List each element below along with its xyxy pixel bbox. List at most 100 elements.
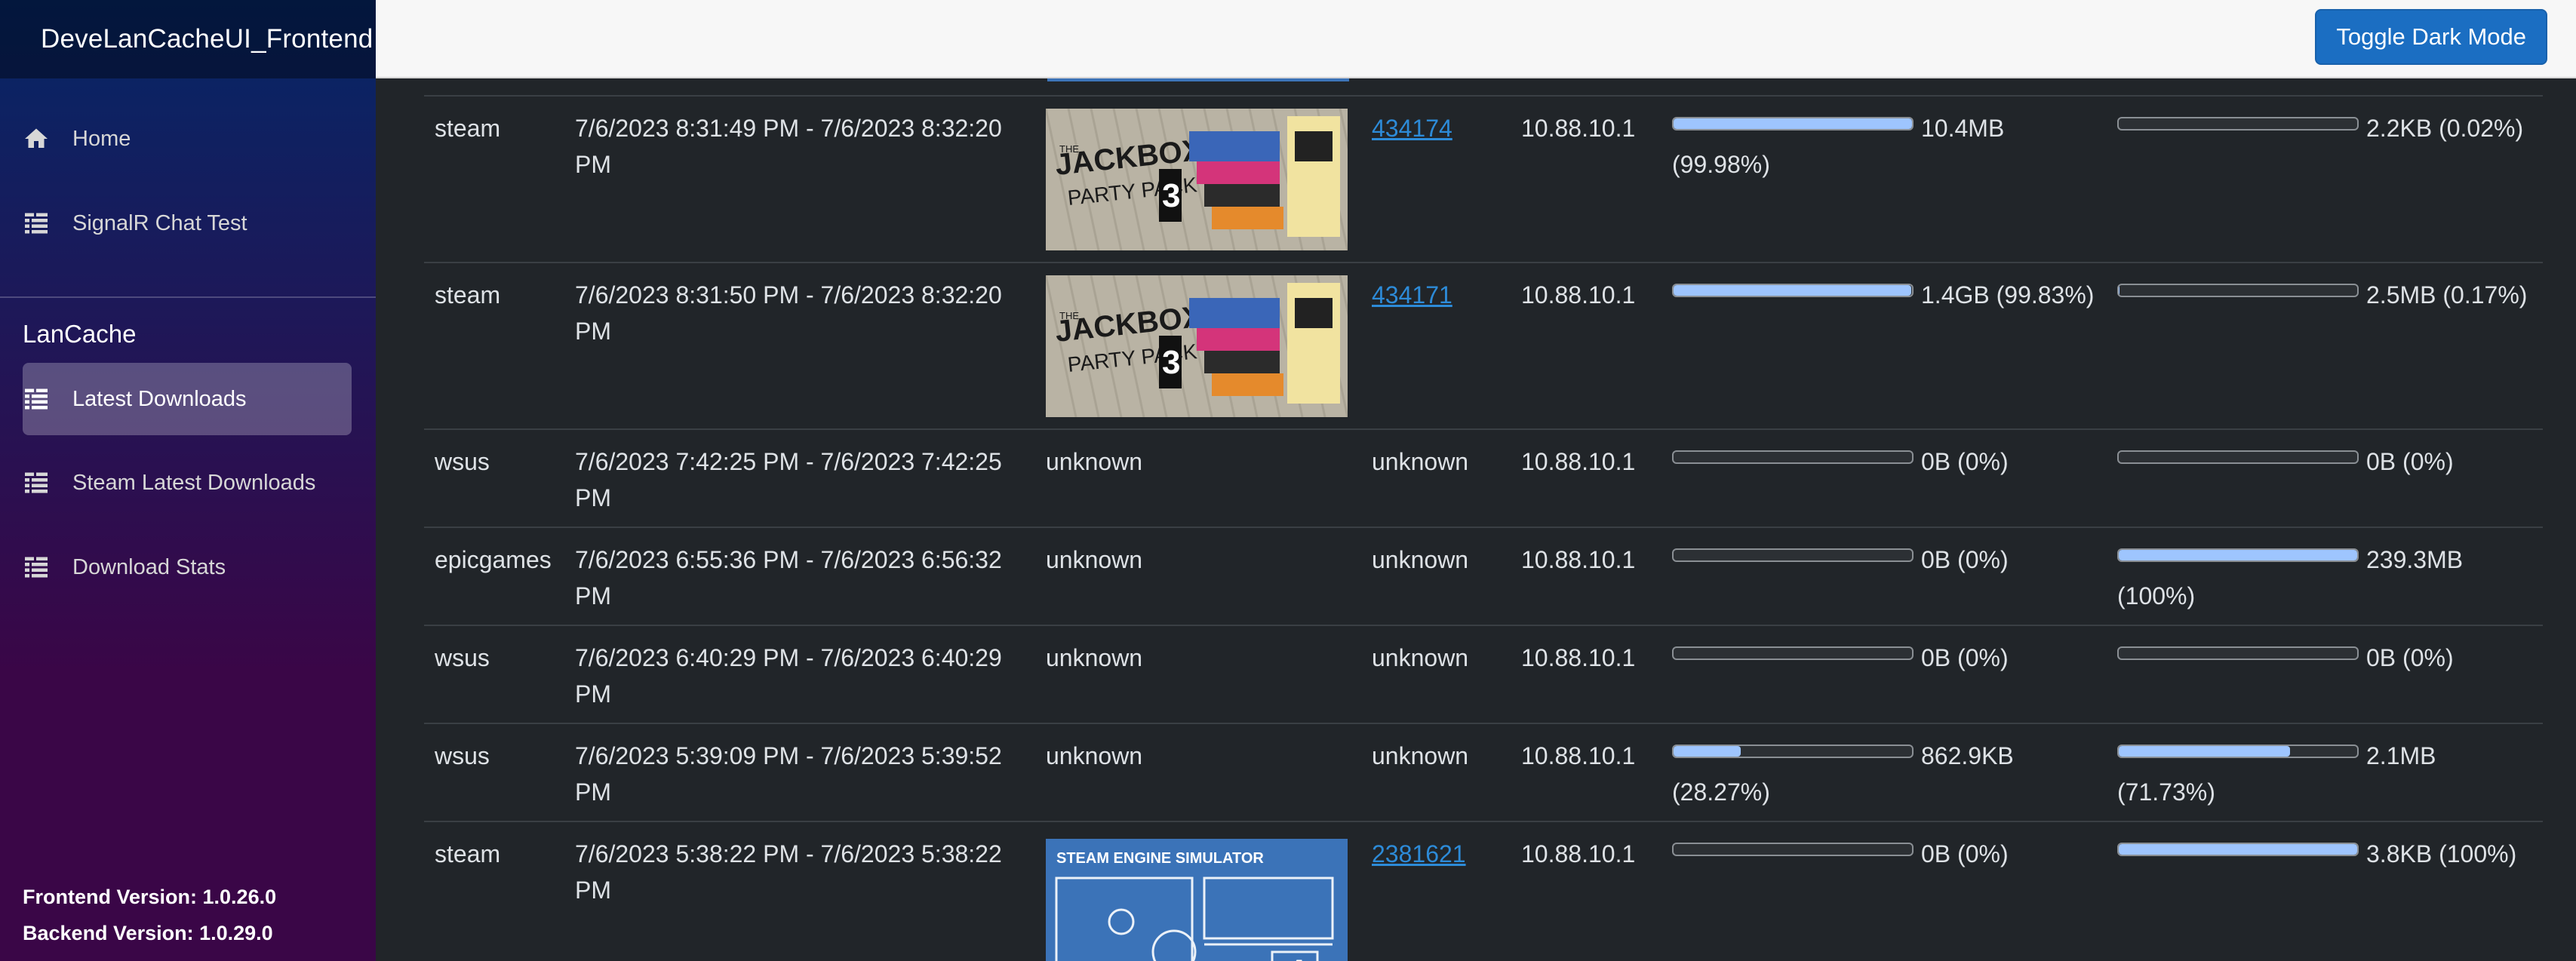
cache-miss-bar xyxy=(2117,745,2359,758)
list-icon xyxy=(23,554,50,581)
game-cell: unknown xyxy=(1372,738,1468,774)
cache-hit-text: 0B (0%) xyxy=(1921,448,2009,475)
cache-miss-bar xyxy=(2117,117,2359,130)
list-icon xyxy=(23,210,50,237)
service-name: steam xyxy=(435,840,501,867)
partial-thumbnail xyxy=(1047,78,1349,81)
game-id-link[interactable]: 2381621 xyxy=(1372,840,1466,867)
thumbnail-unknown: unknown xyxy=(1046,448,1143,475)
game-cell: unknown xyxy=(1372,444,1468,480)
game-cell: unknown xyxy=(1372,640,1468,676)
sidebar: DeveLanCacheUI_Frontend Home SignalR Cha… xyxy=(0,0,376,961)
client-ip: 10.88.10.1 xyxy=(1521,546,1636,573)
toggle-dark-mode-button[interactable]: Toggle Dark Mode xyxy=(2315,9,2547,65)
cache-miss-bar xyxy=(2117,646,2359,660)
sidebar-item-signalr-chat-test[interactable]: SignalR Chat Test xyxy=(23,187,352,259)
game-id-unknown: unknown xyxy=(1372,742,1469,769)
top-bar: Toggle Dark Mode xyxy=(376,0,2576,78)
thumbnail-cell: THE JACKBOX PARTY PACK 3 xyxy=(1046,109,1351,250)
brand-bar: DeveLanCacheUI_Frontend xyxy=(0,0,376,78)
cache-miss-bar xyxy=(2117,284,2359,297)
game-id-unknown: unknown xyxy=(1372,448,1469,475)
cache-miss-cell: 2.5MB (0.17%) xyxy=(2117,277,2540,313)
cache-miss-bar xyxy=(2117,548,2359,562)
table-row: wsus 7/6/2023 6:40:29 PM - 7/6/2023 6:40… xyxy=(424,625,2543,723)
table-row: steam 7/6/2023 8:31:49 PM - 7/6/2023 8:3… xyxy=(424,95,2543,262)
sidebar-item-download-stats[interactable]: Download Stats xyxy=(23,531,352,603)
cache-hit-bar xyxy=(1672,284,1914,297)
cache-hit-cell: 10.4MB (99.98%) xyxy=(1672,110,2095,183)
cache-miss-cell: 239.3MB (100%) xyxy=(2117,542,2540,614)
service-name: steam xyxy=(435,115,501,142)
table-row: steam 7/6/2023 5:38:22 PM - 7/6/2023 5:3… xyxy=(424,821,2543,961)
cache-miss-cell: 0B (0%) xyxy=(2117,444,2540,480)
cache-miss-text: 0B (0%) xyxy=(2366,448,2454,475)
download-time-range: 7/6/2023 5:38:22 PM - 7/6/2023 5:38:22 P… xyxy=(575,840,1002,904)
cache-hit-bar xyxy=(1672,646,1914,660)
cache-hit-bar xyxy=(1672,548,1914,562)
client-ip: 10.88.10.1 xyxy=(1521,742,1636,769)
service-name: steam xyxy=(435,281,501,309)
download-time-range: 7/6/2023 8:31:49 PM - 7/6/2023 8:32:20 P… xyxy=(575,115,1002,178)
service-name: wsus xyxy=(435,644,490,671)
svg-text:A: A xyxy=(1285,954,1308,961)
cache-hit-text: 0B (0%) xyxy=(1921,840,2009,867)
cache-miss-cell: 3.8KB (100%) xyxy=(2117,836,2540,872)
game-id-link[interactable]: 434171 xyxy=(1372,281,1452,309)
sidebar-item-home[interactable]: Home xyxy=(23,103,352,175)
client-ip: 10.88.10.1 xyxy=(1521,448,1636,475)
sidebar-item-label: Download Stats xyxy=(72,554,226,579)
game-id-link[interactable]: 434174 xyxy=(1372,115,1452,142)
game-thumbnail-jackbox: THE JACKBOX PARTY PACK 3 xyxy=(1046,275,1348,417)
svg-text:3: 3 xyxy=(1162,344,1180,381)
thumbnail-cell: unknown xyxy=(1046,444,1351,480)
table-row: wsus 7/6/2023 7:42:25 PM - 7/6/2023 7:42… xyxy=(424,428,2543,527)
game-id-unknown: unknown xyxy=(1372,546,1469,573)
thumbnail-unknown: unknown xyxy=(1046,742,1143,769)
game-id-unknown: unknown xyxy=(1372,644,1469,671)
game-cell: unknown xyxy=(1372,542,1468,578)
list-icon xyxy=(23,385,50,413)
client-ip: 10.88.10.1 xyxy=(1521,115,1636,142)
backend-version: Backend Version: 1.0.29.0 xyxy=(23,922,273,944)
cache-hit-bar xyxy=(1672,843,1914,856)
download-time-range: 7/6/2023 5:39:09 PM - 7/6/2023 5:39:52 P… xyxy=(575,742,1002,806)
sidebar-item-label: Steam Latest Downloads xyxy=(72,470,316,495)
cache-miss-cell: 0B (0%) xyxy=(2117,640,2540,676)
sidebar-item-label: Home xyxy=(72,126,131,151)
app-brand[interactable]: DeveLanCacheUI_Frontend xyxy=(41,24,373,54)
cache-hit-cell: 0B (0%) xyxy=(1672,836,2095,872)
section-heading-lancache: LanCache xyxy=(23,320,137,348)
cache-hit-cell: 862.9KB (28.27%) xyxy=(1672,738,2095,810)
table-row: epicgames 7/6/2023 6:55:36 PM - 7/6/2023… xyxy=(424,527,2543,625)
cache-hit-cell: 0B (0%) xyxy=(1672,444,2095,480)
svg-text:3: 3 xyxy=(1162,177,1180,214)
frontend-version: Frontend Version: 1.0.26.0 xyxy=(23,886,277,908)
game-cell: 434174 xyxy=(1372,110,1452,146)
cache-miss-text: 3.8KB (100%) xyxy=(2366,840,2517,867)
cache-hit-cell: 0B (0%) xyxy=(1672,640,2095,676)
table-row: wsus 7/6/2023 5:39:09 PM - 7/6/2023 5:39… xyxy=(424,723,2543,821)
thumbnail-unknown: unknown xyxy=(1046,644,1143,671)
sidebar-item-latest-downloads[interactable]: Latest Downloads xyxy=(23,363,352,435)
list-icon xyxy=(23,469,50,496)
sidebar-divider xyxy=(0,296,376,298)
cache-miss-text: 2.2KB (0.02%) xyxy=(2366,115,2524,142)
sidebar-item-steam-latest-downloads[interactable]: Steam Latest Downloads xyxy=(23,447,352,519)
cache-miss-text: 0B (0%) xyxy=(2366,644,2454,671)
sidebar-item-label: SignalR Chat Test xyxy=(72,210,247,235)
game-thumbnail-steam-engine-simulator: STEAM ENGINE SIMULATOR A xyxy=(1046,839,1348,961)
download-time-range: 7/6/2023 6:55:36 PM - 7/6/2023 6:56:32 P… xyxy=(575,546,1002,609)
home-icon xyxy=(23,125,50,152)
game-cell: 434171 xyxy=(1372,277,1452,313)
sidebar-item-label: Latest Downloads xyxy=(72,386,247,411)
thumbnail-unknown: unknown xyxy=(1046,546,1143,573)
game-thumbnail-jackbox: THE JACKBOX PARTY PACK 3 xyxy=(1046,109,1348,250)
download-time-range: 7/6/2023 7:42:25 PM - 7/6/2023 7:42:25 P… xyxy=(575,448,1002,511)
cache-miss-cell: 2.2KB (0.02%) xyxy=(2117,110,2540,146)
thumbnail-cell: unknown xyxy=(1046,738,1351,774)
service-name: epicgames xyxy=(435,546,552,573)
thumbnail-cell: unknown xyxy=(1046,640,1351,676)
cache-hit-bar xyxy=(1672,117,1914,130)
cache-miss-bar xyxy=(2117,843,2359,856)
